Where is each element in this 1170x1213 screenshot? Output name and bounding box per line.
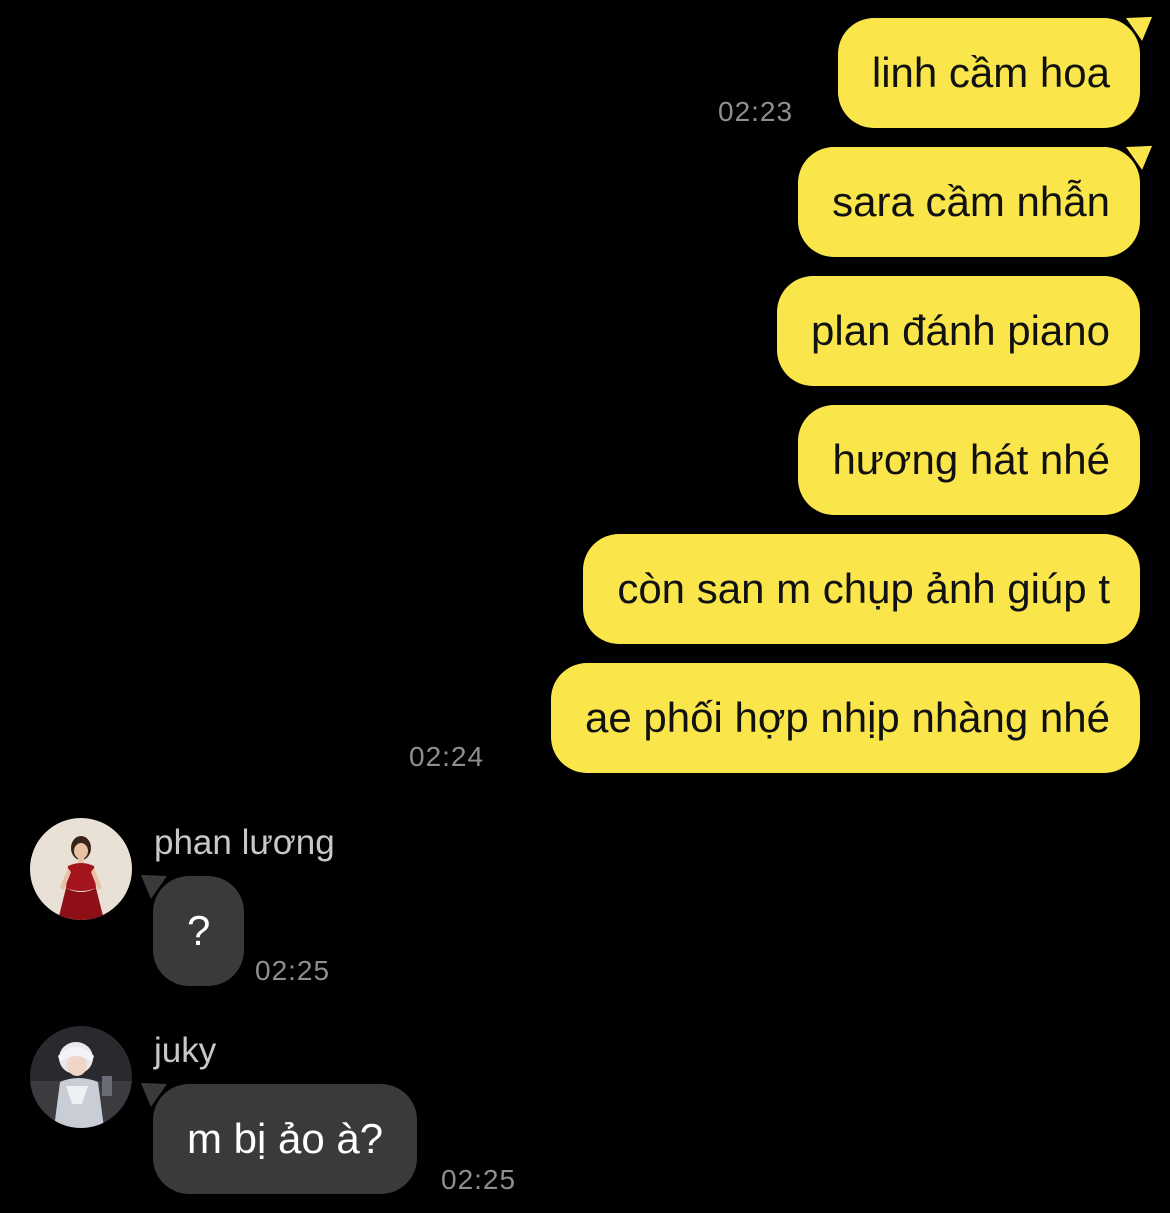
outgoing-message[interactable]: sara cầm nhẫn (798, 147, 1140, 257)
message-timestamp: 02:24 (409, 741, 485, 772)
sender-name: phan lương (154, 823, 335, 862)
message-text: plan đánh piano (811, 307, 1110, 354)
message-timestamp: 02:25 (255, 955, 331, 986)
message-text: ae phối hợp nhịp nhàng nhé (585, 694, 1110, 741)
incoming-message[interactable]: m bị ảo à? (153, 1084, 418, 1194)
sender-name: juky (154, 1031, 217, 1070)
outgoing-message[interactable]: còn san m chụp ảnh giúp t (583, 534, 1140, 644)
outgoing-message[interactable]: hương hát nhé (798, 405, 1140, 515)
message-text: sara cầm nhẫn (832, 178, 1110, 225)
avatar-silver-hair-icon[interactable] (30, 1026, 132, 1128)
message-text: hương hát nhé (832, 436, 1110, 483)
outgoing-message[interactable]: plan đánh piano (777, 276, 1140, 386)
message-text: ? (187, 907, 211, 954)
message-text: m bị ảo à? (187, 1115, 384, 1162)
message-text: linh cầm hoa (871, 49, 1110, 96)
message-timestamp: 02:23 (718, 96, 794, 127)
message-text: còn san m chụp ảnh giúp t (617, 565, 1110, 612)
avatar-red-dress-icon[interactable] (30, 818, 132, 920)
message-timestamp: 02:25 (441, 1164, 517, 1195)
outgoing-message[interactable]: ae phối hợp nhịp nhàng nhé (551, 663, 1140, 773)
outgoing-message[interactable]: linh cầm hoa (837, 18, 1140, 128)
incoming-message[interactable]: ? (153, 876, 245, 986)
